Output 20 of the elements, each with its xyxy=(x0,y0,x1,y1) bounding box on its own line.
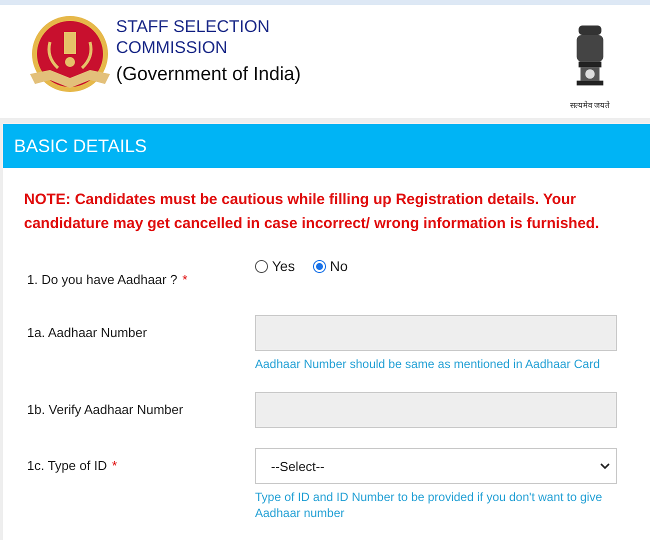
field-label: 1. Do you have Aadhaar ? xyxy=(27,272,178,287)
field-label: 1c. Type of ID xyxy=(27,458,107,473)
radio-button[interactable] xyxy=(312,260,326,272)
radio-button[interactable] xyxy=(255,260,268,272)
radio-label[interactable]: No xyxy=(330,258,348,274)
government-subtitle: (Government of India) xyxy=(116,64,302,86)
section-title: BASIC DETAILS xyxy=(14,136,147,156)
required-asterisk: * xyxy=(112,458,118,473)
registration-note: NOTE: Candidates must be cautious while filling up Registration details. Your candidature may get cancelled in case incorrect/ wrong information is furnished. xyxy=(24,190,600,234)
radio-label[interactable]: Yes xyxy=(272,258,295,274)
emblem-motto: सत्यमेव जयते xyxy=(570,100,610,110)
organization-name: STAFF SELECTION xyxy=(116,16,271,37)
organization-name: COMMISSION xyxy=(116,37,228,58)
field-label: 1a. Aadhaar Number xyxy=(27,325,147,340)
id-type-dropdown[interactable]: --Select-- xyxy=(255,448,617,484)
chevron-down-icon xyxy=(600,463,610,469)
field-label: 1b. Verify Aadhaar Number xyxy=(27,402,184,417)
field-hint: Aadhaar Number should be same as mentioned in Aadhaar Card xyxy=(255,356,601,372)
required-asterisk: * xyxy=(182,272,188,287)
field-hint: Type of ID and ID Number to be provided if you don't want to give Aadhaar number xyxy=(255,489,604,521)
